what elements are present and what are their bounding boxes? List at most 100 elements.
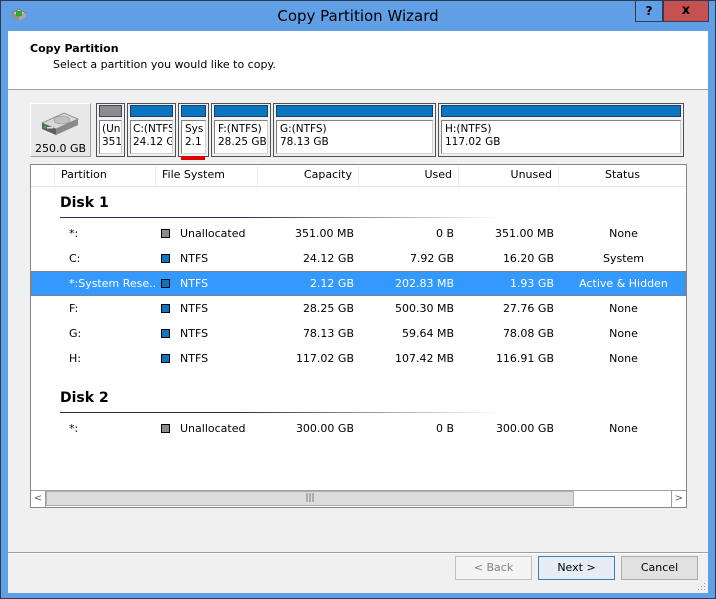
partition-size: 117.02 GB: [445, 136, 501, 148]
column-header-spacer: [31, 165, 55, 186]
file-system-label: NTFS: [180, 252, 209, 265]
next-button[interactable]: Next >: [538, 556, 615, 580]
back-button[interactable]: < Back: [455, 556, 532, 580]
partition-block-system-reserved[interactable]: Sys 2.1: [178, 103, 209, 160]
cell-status: None: [609, 422, 638, 435]
column-header-partition[interactable]: Partition: [55, 165, 156, 186]
disk-group-header: Disk 2: [31, 381, 686, 415]
usage-bar: [276, 105, 433, 117]
title-bar[interactable]: Copy Partition Wizard ? x: [1, 1, 715, 31]
cell-file-system: NTFS: [161, 321, 261, 346]
partition-label: C:(NTFS: [133, 123, 173, 135]
partition-block-h[interactable]: H:(NTFS) 117.02 GB: [438, 103, 684, 157]
partition-block-f[interactable]: F:(NTFS) 28.25 GB: [211, 103, 271, 157]
table-row[interactable]: *: Unallocated 300.00 GB 0 B 300.00 GB None: [31, 416, 686, 441]
table-row[interactable]: *: Unallocated 351.00 MB 0 B 351.00 MB None: [31, 221, 686, 246]
cell-unused: 16.20 GB: [502, 252, 554, 265]
window-title: Copy Partition Wizard: [277, 7, 439, 25]
cell-file-system: NTFS: [161, 271, 261, 296]
help-button[interactable]: ?: [635, 1, 663, 22]
hard-drive-icon: [41, 112, 79, 135]
file-system-label: NTFS: [180, 352, 209, 365]
column-header-unused[interactable]: Unused: [459, 165, 559, 186]
usage-bar: [181, 105, 206, 117]
usage-bar: [214, 105, 268, 117]
wizard-header: Copy Partition Select a partition you wo…: [8, 31, 708, 90]
scroll-right-button[interactable]: >: [671, 491, 686, 507]
group-divider: [60, 412, 500, 413]
partition-size: 78.13 GB: [280, 136, 329, 148]
cell-status: Active & Hidden: [579, 277, 668, 290]
cell-partition: G:: [69, 327, 82, 340]
cell-partition: F:: [69, 302, 79, 315]
disk-group-title: Disk 1: [60, 195, 109, 211]
scroll-thumb[interactable]: |||: [46, 491, 574, 506]
wizard-body: Copy Partition Select a partition you wo…: [8, 31, 708, 593]
table-row[interactable]: H: NTFS 117.02 GB 107.42 MB 116.91 GB None: [31, 346, 686, 371]
disk-group-header: Disk 1: [31, 186, 686, 220]
cell-file-system: Unallocated: [161, 221, 261, 246]
disk-capacity: 250.0 GB: [34, 142, 87, 155]
cell-capacity: 24.12 GB: [302, 252, 354, 265]
cell-status: None: [609, 227, 638, 240]
cell-file-system: Unallocated: [161, 416, 261, 441]
cell-status: None: [609, 327, 638, 340]
partition-block-unallocated[interactable]: (Un 351: [96, 103, 125, 157]
partition-label: H:(NTFS): [445, 123, 492, 135]
fs-color-swatch-icon: [161, 254, 170, 263]
cell-partition: *:: [69, 422, 79, 435]
cell-unused: 27.76 GB: [502, 302, 554, 315]
cell-partition: *:: [69, 227, 79, 240]
cell-file-system: NTFS: [161, 346, 261, 371]
list-header: Partition File System Capacity Used Unus…: [31, 165, 686, 187]
cell-capacity: 117.02 GB: [295, 352, 354, 365]
file-system-label: NTFS: [180, 277, 209, 290]
close-button[interactable]: x: [663, 1, 709, 22]
fs-color-swatch-icon: [161, 329, 170, 338]
wizard-window: Copy Partition Wizard ? x Copy Partition…: [0, 0, 716, 599]
cell-capacity: 2.12 GB: [309, 277, 354, 290]
cancel-button[interactable]: Cancel: [621, 556, 698, 580]
fs-color-swatch-icon: [161, 304, 170, 313]
cell-partition: H:: [69, 352, 81, 365]
partition-label: Sys: [185, 123, 204, 135]
cell-used: 500.30 MB: [394, 302, 454, 315]
column-header-file-system[interactable]: File System: [156, 165, 258, 186]
file-system-label: Unallocated: [180, 422, 246, 435]
disk-map: 250.0 GB (Un 351 C:(NTFS 24.12 G Sys 2.1…: [30, 101, 686, 160]
column-header-used[interactable]: Used: [359, 165, 459, 186]
cell-used: 202.83 MB: [394, 277, 454, 290]
group-divider: [60, 217, 500, 218]
scroll-left-button[interactable]: <: [31, 491, 46, 507]
cell-partition: C:: [69, 252, 81, 265]
cell-unused: 351.00 MB: [494, 227, 554, 240]
table-row[interactable]: F: NTFS 28.25 GB 500.30 MB 27.76 GB None: [31, 296, 686, 321]
column-header-status[interactable]: Status: [559, 165, 686, 186]
cell-file-system: NTFS: [161, 296, 261, 321]
column-header-capacity[interactable]: Capacity: [258, 165, 359, 186]
table-row[interactable]: *:System Rese... NTFS 2.12 GB 202.83 MB 1.93…: [31, 271, 686, 296]
usage-bar: [441, 105, 681, 117]
selected-indicator: [181, 156, 205, 160]
cell-file-system: NTFS: [161, 246, 261, 271]
partition-label: G:(NTFS): [280, 123, 327, 135]
partition-block-g[interactable]: G:(NTFS) 78.13 GB: [273, 103, 436, 157]
cell-status: System: [602, 252, 645, 265]
resize-grip-icon[interactable]: [698, 583, 706, 591]
disk-1-tile[interactable]: 250.0 GB: [30, 103, 91, 157]
usage-bar: [130, 105, 173, 117]
usage-bar: [99, 105, 122, 117]
table-row[interactable]: C: NTFS 24.12 GB 7.92 GB 16.20 GB System: [31, 246, 686, 271]
cell-capacity: 300.00 GB: [295, 422, 354, 435]
partition-size: 24.12 G: [133, 136, 173, 148]
partition-list[interactable]: Partition File System Capacity Used Unus…: [30, 164, 687, 508]
cell-unused: 78.08 GB: [502, 327, 554, 340]
partition-block-c[interactable]: C:(NTFS 24.12 G: [127, 103, 176, 157]
horizontal-scrollbar[interactable]: < ||| >: [31, 490, 686, 507]
fs-color-swatch-icon: [161, 424, 170, 433]
table-row[interactable]: G: NTFS 78.13 GB 59.64 MB 78.08 GB None: [31, 321, 686, 346]
fs-color-swatch-icon: [161, 279, 170, 288]
cell-status: None: [609, 352, 638, 365]
cell-used: 107.42 MB: [394, 352, 454, 365]
partition-label: (Un: [102, 123, 121, 135]
